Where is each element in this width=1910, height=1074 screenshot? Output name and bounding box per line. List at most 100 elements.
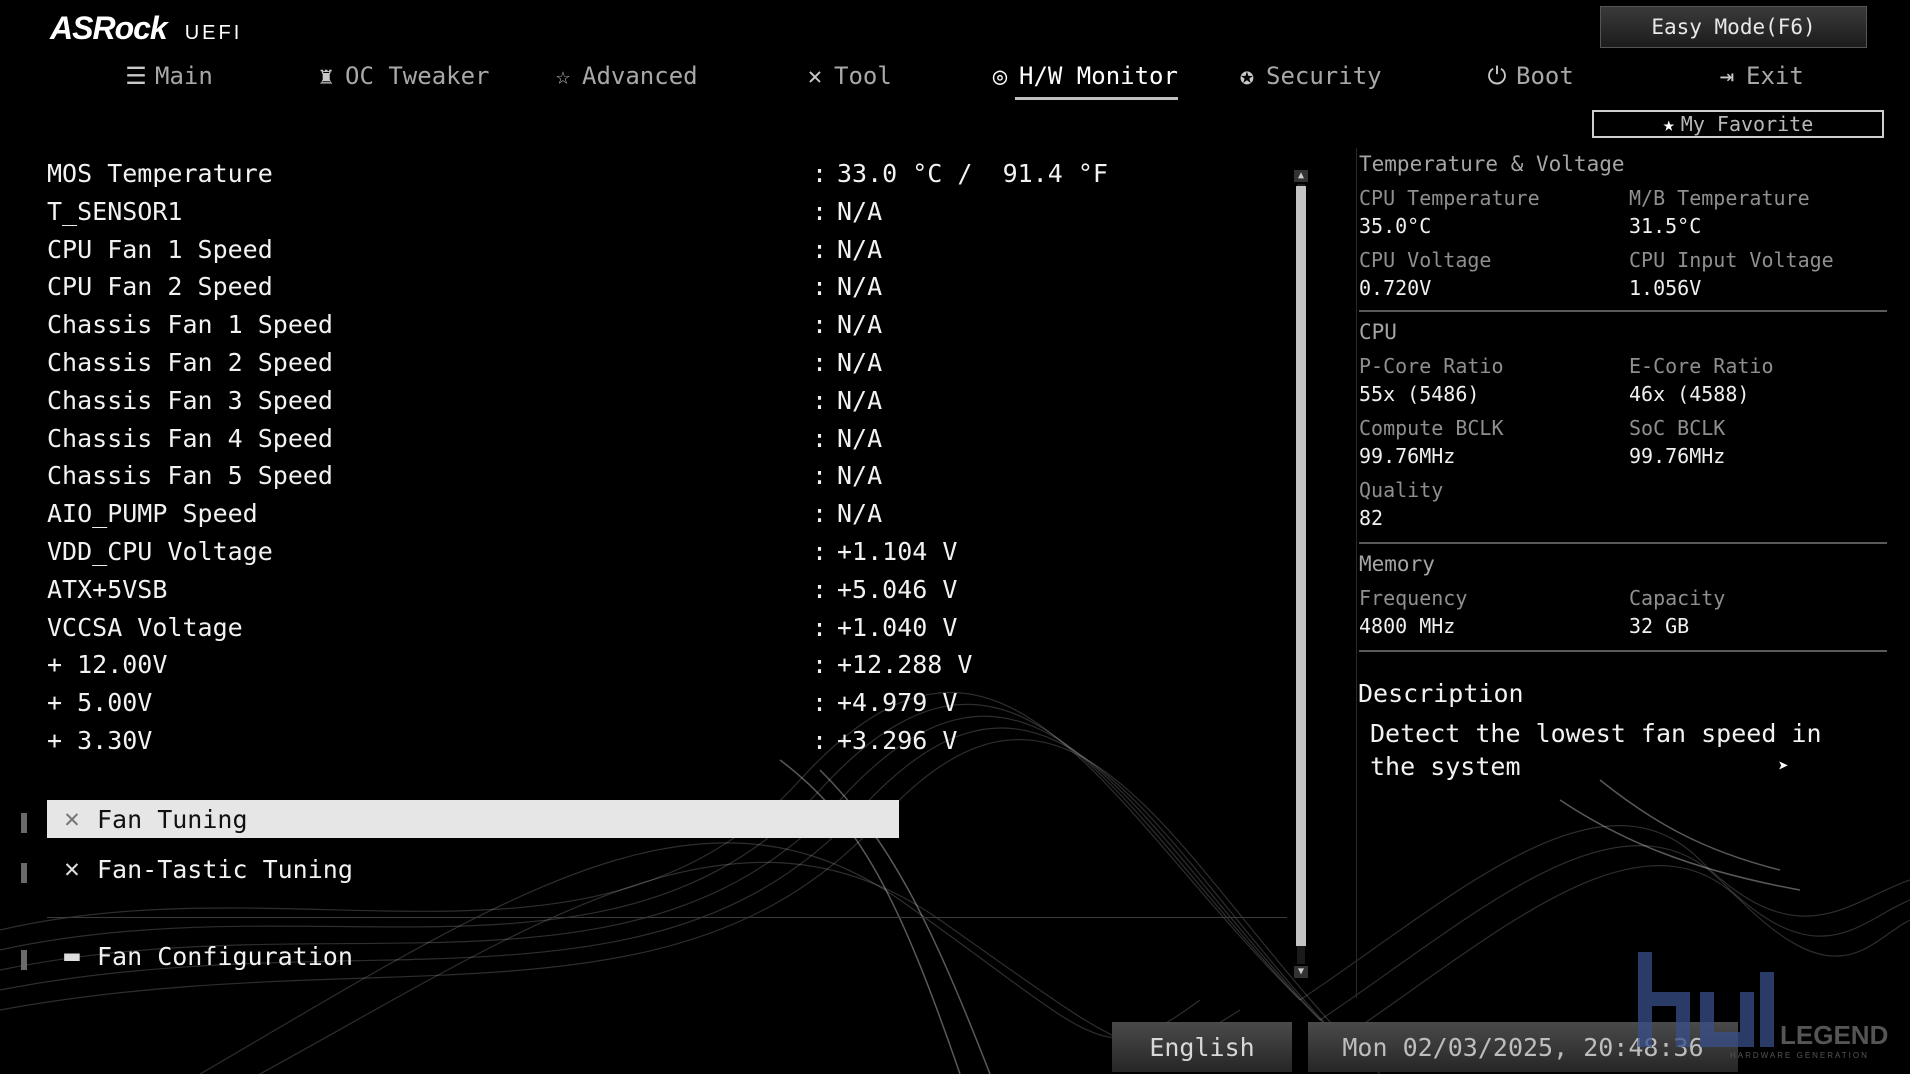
monitor-gauge-icon: ◎ [992, 62, 1008, 90]
kv-label: CPU Voltage [1359, 248, 1492, 272]
hw-reading-label: Chassis Fan 2 Speed [47, 347, 333, 377]
tab-main[interactable]: ☰ Main [123, 56, 213, 96]
scroll-thumb[interactable] [1296, 186, 1306, 946]
easy-mode-button[interactable]: Easy Mode(F6) [1600, 6, 1867, 48]
cpu-temperature: CPU Temperature 35.0°C [1359, 186, 1619, 238]
kv-value: 99.76MHz [1629, 444, 1726, 468]
hw-reading-colon: : [812, 347, 828, 377]
hw-reading-label: Chassis Fan 4 Speed [47, 423, 333, 453]
cpu-input-voltage: CPU Input Voltage 1.056V [1629, 248, 1889, 300]
tab-security[interactable]: ✪ Security [1234, 56, 1382, 96]
menu-marker [21, 950, 27, 970]
hw-reading-label: + 5.00V [47, 688, 153, 718]
tab-security-label: Security [1266, 62, 1382, 90]
kv-label: Capacity [1629, 586, 1726, 610]
section-divider [1359, 310, 1887, 312]
hw-reading-label: + 3.30V [47, 725, 153, 755]
menu-item-fan-tastic-tuning[interactable]: ✕ Fan-Tastic Tuning [47, 850, 899, 888]
watermark-subtext: HARDWARE GENERATION [1730, 1051, 1869, 1060]
hw-reading-colon: : [812, 725, 828, 755]
menu-item-fan-configuration[interactable]: ▬ Fan Configuration [47, 937, 899, 975]
hw-reading-row: T_SENSOR1: N/A [47, 193, 1087, 231]
cpu-section: CPU P-Core Ratio 55x (5486) E-Core Ratio… [1357, 320, 1887, 530]
hw-reading-label: MOS Temperature [47, 159, 273, 188]
kv-label: CPU Temperature [1359, 186, 1540, 210]
description-text: Detect the lowest fan speed in the syste… [1370, 719, 1822, 781]
memory-heading: Memory [1359, 552, 1435, 576]
tab-oc-tweaker[interactable]: ♜ OC Tweaker [313, 56, 490, 96]
main-nav: ☰ Main ♜ OC Tweaker ☆ Advanced ✕ Tool ◎ … [0, 56, 1910, 100]
folder-icon: ▬ [64, 941, 80, 971]
tab-exit[interactable]: ⇥ Exit [1714, 56, 1804, 96]
hw-reading-label: Chassis Fan 3 Speed [47, 385, 333, 415]
kv-value: 55x (5486) [1359, 382, 1480, 406]
tab-hw-monitor-label: H/W Monitor [1019, 62, 1178, 90]
scrollbar[interactable]: ▲ ▼ [1294, 170, 1308, 978]
language-button[interactable]: English [1112, 1022, 1292, 1072]
p-core-ratio: P-Core Ratio 55x (5486) [1359, 354, 1619, 406]
exit-door-icon: ⇥ [1719, 62, 1735, 90]
star-icon: ☆ [555, 62, 571, 90]
hw-reading-colon: : [812, 461, 828, 491]
hw-reading-value: +3.296 V [837, 725, 958, 755]
tools-icon: ✕ [64, 804, 80, 834]
tab-advanced-label: Advanced [582, 62, 698, 90]
hw-reading-label: CPU Fan 1 Speed [47, 234, 273, 264]
asrock-uefi-logo: ASRock UEFI [50, 10, 242, 47]
scroll-down-arrow-icon[interactable]: ▼ [1294, 966, 1308, 978]
hw-reading-value: N/A [837, 196, 883, 226]
tab-boot[interactable]: ⏻ Boot [1484, 56, 1574, 96]
section-divider [1359, 542, 1887, 544]
hw-reading-value: +5.046 V [837, 574, 958, 604]
hw-reading-label: T_SENSOR1 [47, 196, 183, 226]
tools-icon: ✕ [807, 62, 823, 90]
tab-hw-monitor[interactable]: ◎ H/W Monitor [987, 56, 1178, 100]
hw-reading-colon: : [812, 650, 828, 680]
hw-reading-row: Chassis Fan 1 Speed: N/A [47, 306, 1087, 344]
hw-reading-row: + 12.00V: +12.288 V [47, 646, 1087, 684]
shield-icon: ✪ [1239, 62, 1255, 90]
menu-item-fan-tuning[interactable]: ✕ Fan Tuning [47, 800, 899, 838]
tab-exit-label: Exit [1746, 62, 1804, 90]
hw-reading-colon: : [812, 536, 828, 566]
hw-reading-colon: : [812, 196, 828, 226]
hw-reading-colon: : [812, 612, 828, 642]
scroll-up-arrow-icon[interactable]: ▲ [1294, 170, 1308, 182]
temp-voltage-heading: Temperature & Voltage [1359, 152, 1625, 176]
menu-item-label: Fan Configuration [97, 941, 353, 971]
hw-monitor-readings: MOS Temperature:33.0 °C / 91.4 °F T_SENSO… [47, 155, 1108, 760]
hw-reading-row: CPU Fan 1 Speed: N/A [47, 231, 1087, 269]
section-divider [1359, 650, 1887, 652]
hw-reading-value: N/A [837, 272, 883, 302]
memory-capacity: Capacity 32 GB [1629, 586, 1889, 638]
my-favorite-button[interactable]: ★ My Favorite [1592, 110, 1884, 138]
kv-value: 32 GB [1629, 614, 1690, 638]
system-info-panel: Temperature & Voltage CPU Temperature 35… [1356, 148, 1889, 998]
memory-frequency: Frequency 4800 MHz [1359, 586, 1619, 638]
kv-label: E-Core Ratio [1629, 354, 1774, 378]
kv-label: Frequency [1359, 586, 1468, 610]
hw-reading-colon: : [812, 499, 828, 529]
tab-tool[interactable]: ✕ Tool [802, 56, 892, 96]
temp-voltage-section: Temperature & Voltage CPU Temperature 35… [1357, 152, 1887, 300]
my-favorite-label: My Favorite [1680, 112, 1814, 136]
hw-reading-row: Chassis Fan 2 Speed: N/A [47, 344, 1087, 382]
brand-logo-text: ASRock [50, 10, 168, 46]
hw-reading-row: Chassis Fan 3 Speed: N/A [47, 382, 1087, 420]
tab-main-label: Main [155, 62, 213, 90]
menu-item-label: Fan Tuning [97, 804, 248, 834]
tab-boot-label: Boot [1516, 62, 1574, 90]
kv-label: Compute BCLK [1359, 416, 1504, 440]
hw-reading-colon: : [812, 310, 828, 340]
hw-reading-colon: : [812, 385, 828, 415]
hw-reading-value: N/A [837, 347, 883, 377]
cpu-quality: Quality 82 [1359, 478, 1619, 530]
tab-advanced[interactable]: ☆ Advanced [550, 56, 698, 96]
hw-reading-label: Chassis Fan 1 Speed [47, 310, 333, 340]
hw-reading-colon: : [812, 159, 828, 188]
kv-label: CPU Input Voltage [1629, 248, 1834, 272]
tab-oc-tweaker-label: OC Tweaker [345, 62, 490, 90]
kv-value: 1.056V [1629, 276, 1702, 300]
description-title: Description [1358, 679, 1524, 708]
kv-label: M/B Temperature [1629, 186, 1810, 210]
